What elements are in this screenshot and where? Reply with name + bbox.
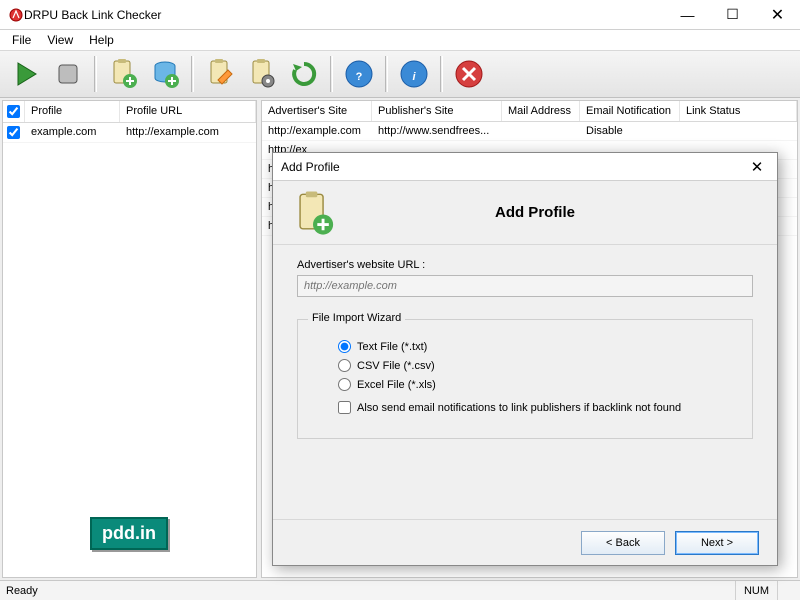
notify-label: Also send email notifications to link pu… xyxy=(357,402,681,414)
notify-checkbox[interactable] xyxy=(338,401,351,414)
col-publisher[interactable]: Publisher's Site xyxy=(372,101,502,121)
profile-list-panel: Profile Profile URL example.com http://e… xyxy=(2,100,257,578)
watermark-badge: pdd.in xyxy=(90,517,168,550)
app-icon xyxy=(8,7,24,23)
radio-txt-label: Text File (*.txt) xyxy=(357,341,427,353)
exit-button[interactable] xyxy=(449,54,489,94)
help-button[interactable]: ? xyxy=(339,54,379,94)
col-profile-url[interactable]: Profile URL xyxy=(120,101,256,122)
dialog-close-button[interactable]: ✕ xyxy=(737,158,777,176)
close-window-button[interactable]: ✕ xyxy=(755,0,800,29)
dialog-footer: < Back Next > xyxy=(273,519,777,565)
play-button[interactable] xyxy=(6,54,46,94)
url-label: Advertiser's website URL : xyxy=(297,259,425,271)
col-profile[interactable]: Profile xyxy=(25,101,120,122)
table-row[interactable]: http://example.comhttp://www.sendfrees..… xyxy=(262,122,797,141)
table-row[interactable]: example.com http://example.com xyxy=(3,123,256,143)
links-header: Advertiser's Site Publisher's Site Mail … xyxy=(262,101,797,122)
file-import-fieldset: File Import Wizard Text File (*.txt) CSV… xyxy=(297,319,753,439)
resize-grip[interactable] xyxy=(777,581,794,600)
database-button[interactable] xyxy=(145,54,185,94)
minimize-button[interactable]: — xyxy=(665,0,710,29)
toolbar-separator xyxy=(440,56,443,92)
add-profile-button[interactable] xyxy=(103,54,143,94)
col-status[interactable]: Link Status xyxy=(680,101,797,121)
menubar: File View Help xyxy=(0,30,800,50)
toolbar-separator xyxy=(330,56,333,92)
toolbar-separator xyxy=(385,56,388,92)
radio-csv-label: CSV File (*.csv) xyxy=(357,360,435,372)
dialog-header: Add Profile xyxy=(273,181,777,245)
advertiser-url-input[interactable] xyxy=(297,275,753,297)
cell-publisher: http://www.sendfrees... xyxy=(372,122,502,140)
fieldset-legend: File Import Wizard xyxy=(308,312,405,324)
titlebar: DRPU Back Link Checker — ☐ ✕ xyxy=(0,0,800,30)
col-mail[interactable]: Mail Address xyxy=(502,101,580,121)
dialog-titlebar[interactable]: Add Profile ✕ xyxy=(273,153,777,181)
edit-profile-button[interactable] xyxy=(200,54,240,94)
next-button[interactable]: Next > xyxy=(675,531,759,555)
back-button[interactable]: < Back xyxy=(581,531,665,555)
toolbar: ? i xyxy=(0,50,800,98)
status-num: NUM xyxy=(735,581,777,600)
radio-csv[interactable] xyxy=(338,359,351,372)
col-advertiser[interactable]: Advertiser's Site xyxy=(262,101,372,121)
statusbar: Ready NUM xyxy=(0,580,800,600)
dialog-heading: Add Profile xyxy=(353,204,777,221)
cell-profile: example.com xyxy=(25,123,120,142)
svg-text:?: ? xyxy=(356,71,363,83)
radio-txt[interactable] xyxy=(338,340,351,353)
status-ready: Ready xyxy=(6,585,38,597)
col-notification[interactable]: Email Notification xyxy=(580,101,680,121)
radio-xls[interactable] xyxy=(338,378,351,391)
clipboard-add-icon xyxy=(273,190,353,236)
radio-xls-label: Excel File (*.xls) xyxy=(357,379,436,391)
maximize-button[interactable]: ☐ xyxy=(710,0,755,29)
row-checkbox[interactable] xyxy=(7,126,20,139)
app-title: DRPU Back Link Checker xyxy=(24,8,665,22)
dialog-body: Advertiser's website URL : File Import W… xyxy=(273,245,777,453)
info-button[interactable]: i xyxy=(394,54,434,94)
cell-status xyxy=(680,122,797,140)
select-all-checkbox[interactable] xyxy=(7,105,20,118)
stop-button[interactable] xyxy=(48,54,88,94)
settings-profile-button[interactable] xyxy=(242,54,282,94)
cell-notification: Disable xyxy=(580,122,680,140)
toolbar-separator xyxy=(94,56,97,92)
cell-advertiser: http://example.com xyxy=(262,122,372,140)
add-profile-dialog: Add Profile ✕ Add Profile Advertiser's w… xyxy=(272,152,778,566)
toolbar-separator xyxy=(191,56,194,92)
cell-mail xyxy=(502,122,580,140)
profile-list-header: Profile Profile URL xyxy=(3,101,256,123)
menu-help[interactable]: Help xyxy=(81,31,122,49)
dialog-title: Add Profile xyxy=(281,160,737,174)
cell-profile-url: http://example.com xyxy=(120,123,256,142)
refresh-button[interactable] xyxy=(284,54,324,94)
menu-file[interactable]: File xyxy=(4,31,39,49)
menu-view[interactable]: View xyxy=(39,31,81,49)
